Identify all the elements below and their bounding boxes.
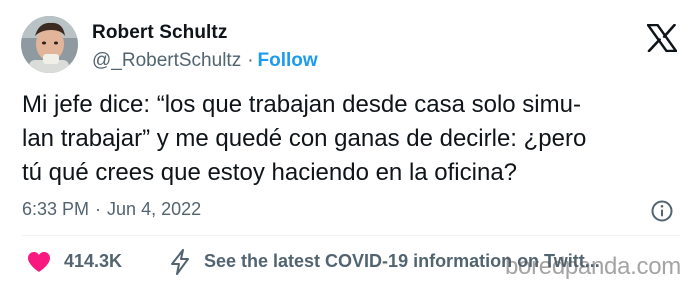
tweet-actions: 414.3K See the latest COVID-19 informati… [0,246,700,278]
author-handle-row: @_RobertSchultz · Follow [92,50,318,72]
follow-button[interactable]: Follow [258,50,318,71]
tweet-card: Robert Schultz @_RobertSchultz · Follow Mi… [0,0,700,288]
divider [22,235,680,236]
avatar[interactable] [21,16,78,73]
tweet-date: Jun 4, 2022 [107,199,202,219]
handle-separator: · [247,50,254,71]
tweet-text: Mi jefe dice: “los que trabajan desde ca… [22,88,682,190]
bolt-icon[interactable] [168,249,192,275]
tweet-text-line: lan trabajar” y me quedé con ganas de de… [22,125,587,152]
covid-info-link[interactable]: See the latest COVID-19 information on T… [204,251,600,272]
profile-photo [21,16,78,73]
like-count[interactable]: 414.3K [64,251,122,272]
info-icon[interactable] [650,199,674,223]
tweet-text-line: Mi jefe dice: “los que trabajan desde ca… [22,91,581,118]
author-handle[interactable]: @_RobertSchultz [92,50,241,71]
heart-icon[interactable] [27,251,51,273]
author-name[interactable]: Robert Schultz [92,22,227,44]
tweet-timestamp[interactable]: 6:33 PM · Jun 4, 2022 [22,199,201,220]
tweet-time: 6:33 PM [22,199,90,219]
x-logo-icon[interactable] [646,23,678,53]
date-separator: · [95,199,102,219]
tweet-text-line: tú qué crees que estoy haciendo en la of… [22,159,518,186]
